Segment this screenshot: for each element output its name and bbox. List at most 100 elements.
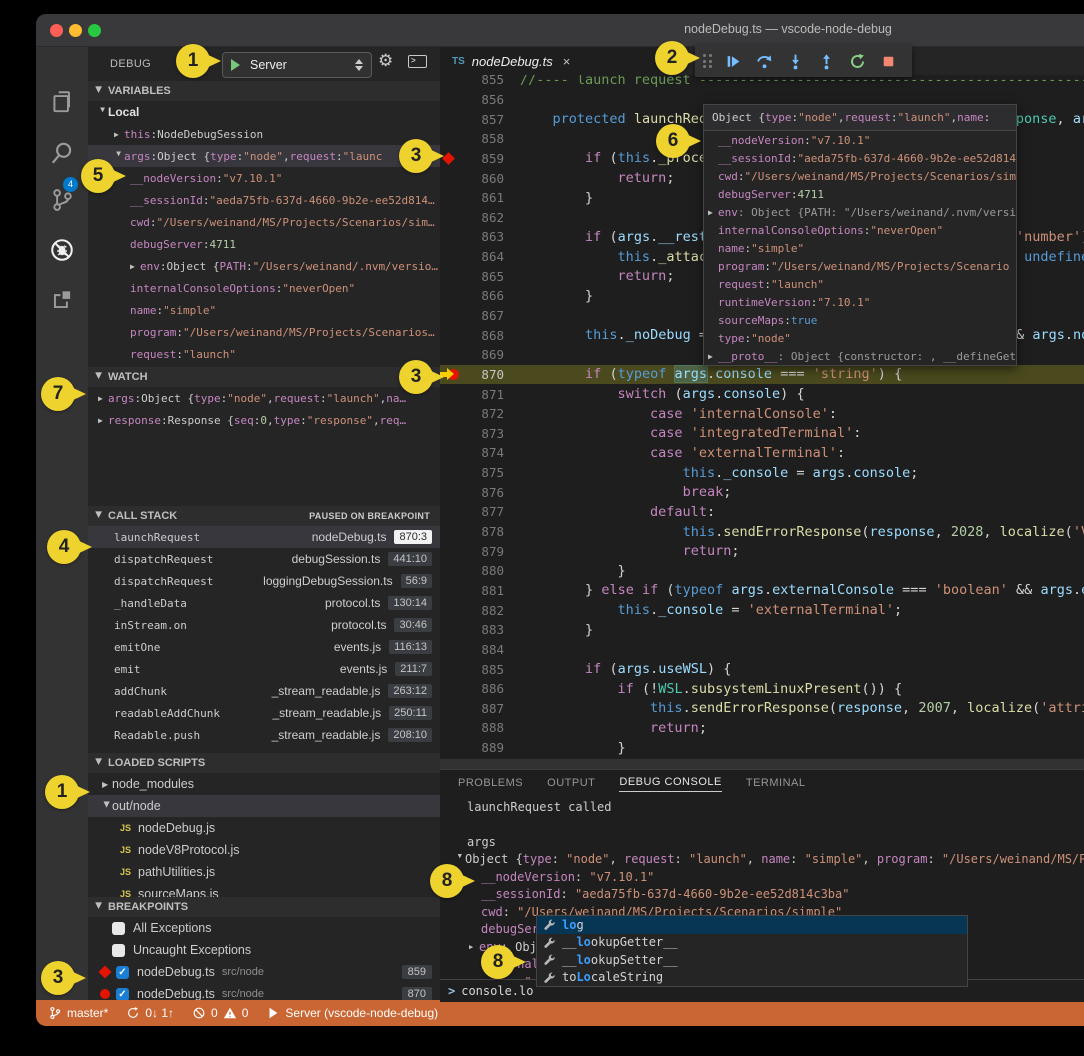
open-console-icon[interactable]: >	[408, 55, 427, 68]
chevron-collapsed-icon[interactable]: ▶	[708, 352, 718, 361]
code-line[interactable]: 888 return;	[440, 718, 1084, 738]
breakpoint-gutter[interactable]	[440, 325, 460, 345]
code-line[interactable]: 874 case 'externalTerminal':	[440, 443, 1084, 463]
call-stack-frame[interactable]: launchRequestnodeDebug.ts870:3	[88, 526, 440, 548]
horizontal-scrollbar[interactable]	[440, 759, 1084, 769]
watch-section-header[interactable]: ▶WATCH	[88, 367, 440, 387]
breakpoint-row[interactable]: ✓nodeDebug.tssrc/node870	[88, 983, 440, 1000]
breakpoint-gutter[interactable]	[440, 738, 460, 758]
breakpoint-gutter[interactable]	[440, 718, 460, 738]
panel-tab-output[interactable]: OUTPUT	[547, 777, 595, 792]
breakpoint-gutter[interactable]	[440, 207, 460, 227]
stop-button[interactable]	[873, 47, 904, 75]
console-line[interactable]: __nodeVersion: "v7.10.1"	[455, 868, 1084, 886]
loaded-script-row[interactable]: JSpathUtilities.js	[88, 861, 440, 883]
call-stack-frame[interactable]: dispatchRequestloggingDebugSession.ts56:…	[88, 570, 440, 592]
checkbox-checked[interactable]: ✓	[116, 966, 129, 979]
call-stack-frame[interactable]: emitOneevents.js116:13	[88, 636, 440, 658]
chevron-collapsed-icon[interactable]: ▶	[469, 943, 479, 951]
variable-row[interactable]: name: "simple"	[88, 299, 440, 321]
breakpoint-gutter[interactable]	[440, 188, 460, 208]
variables-section-header[interactable]: ▶VARIABLES	[88, 81, 440, 101]
breakpoint-gutter[interactable]	[440, 247, 460, 267]
variable-row[interactable]: debugServer: 4711	[88, 233, 440, 255]
chevron-collapsed-icon[interactable]: ▶	[114, 130, 124, 139]
loaded-script-row[interactable]: JSsourceMaps.js	[88, 883, 440, 897]
breakpoint-gutter[interactable]	[440, 620, 460, 640]
chevron-collapsed-icon[interactable]: ▶	[98, 394, 108, 403]
problems-item[interactable]: 0 0	[192, 1006, 248, 1020]
breakpoint-gutter[interactable]	[440, 541, 460, 561]
close-tab-icon[interactable]: ×	[563, 54, 571, 69]
loaded-script-row[interactable]: ▶out/node	[88, 795, 440, 817]
breakpoint-gutter[interactable]	[440, 345, 460, 365]
breakpoints-section-header[interactable]: ▶BREAKPOINTS	[88, 897, 440, 917]
breakpoint-gutter[interactable]	[440, 168, 460, 188]
call-stack-frame[interactable]: emitevents.js211:7	[88, 658, 440, 680]
variable-row[interactable]: __sessionId: "aeda75fb-637d-4660-9b2e-ee…	[88, 189, 440, 211]
chevron-expanded-icon[interactable]: ▶	[103, 801, 112, 811]
loaded-script-row[interactable]: JSnodeV8Protocol.js	[88, 839, 440, 861]
step-out-button[interactable]	[811, 47, 842, 75]
hover-property-row[interactable]: ▶__proto__: Object {constructor: , __def…	[704, 347, 1016, 365]
breakpoint-gutter[interactable]	[440, 129, 460, 149]
loaded-scripts-section-header[interactable]: ▶LOADED SCRIPTS	[88, 753, 440, 773]
variable-row[interactable]: internalConsoleOptions: "neverOpen"	[88, 277, 440, 299]
breakpoint-gutter[interactable]	[440, 600, 460, 620]
call-stack-section-header[interactable]: ▶CALL STACKPAUSED ON BREAKPOINT	[88, 506, 440, 526]
console-line[interactable]: launchRequest called	[455, 798, 1084, 816]
call-stack-frame[interactable]: dispatchRequestdebugSession.ts441:10	[88, 548, 440, 570]
chevron-expanded-icon[interactable]: ▶	[115, 151, 124, 161]
variable-row[interactable]: ▶args: Object {type: "node", request: "l…	[88, 145, 440, 167]
breakpoint-gutter[interactable]	[440, 659, 460, 679]
breakpoint-gutter[interactable]	[440, 109, 460, 129]
checkbox-checked[interactable]: ✓	[116, 988, 129, 1001]
restart-button[interactable]	[842, 47, 873, 75]
code-line[interactable]: 886 if (!WSL.subsystemLinuxPresent()) {	[440, 679, 1084, 699]
code-line[interactable]: 878 this.sendErrorResponse(response, 202…	[440, 522, 1084, 542]
loaded-script-row[interactable]: JSnodeDebug.js	[88, 817, 440, 839]
variable-row[interactable]: cwd: "/Users/weinand/MS/Projects/Scenari…	[88, 211, 440, 233]
chevron-collapsed-icon[interactable]: ▶	[98, 416, 108, 425]
code-line[interactable]: 883 }	[440, 620, 1084, 640]
breakpoint-gutter[interactable]	[440, 90, 460, 110]
breakpoint-gutter[interactable]	[440, 522, 460, 542]
breakpoint-gutter[interactable]	[440, 502, 460, 522]
breakpoint-gutter[interactable]	[440, 227, 460, 247]
suggest-item[interactable]: __lookupGetter__	[537, 934, 967, 952]
code-line[interactable]: 876 break;	[440, 482, 1084, 502]
hover-property-row[interactable]: ▶env: Object {PATH: "/Users/weinand/.nvm…	[704, 203, 1016, 221]
call-stack-frame[interactable]: inStream.onprotocol.ts30:46	[88, 614, 440, 636]
panel-tab-problems[interactable]: PROBLEMS	[458, 777, 523, 792]
continue-button[interactable]	[718, 47, 749, 75]
code-line[interactable]: 882 this._console = 'externalTerminal';	[440, 600, 1084, 620]
suggest-item[interactable]: log	[537, 916, 967, 934]
breakpoint-diamond-icon[interactable]	[442, 152, 455, 165]
breakpoint-gutter[interactable]	[440, 306, 460, 326]
exception-breakpoint-row[interactable]: Uncaught Exceptions	[88, 939, 440, 961]
call-stack-frame[interactable]: _handleDataprotocol.ts130:14	[88, 592, 440, 614]
breakpoint-gutter[interactable]	[440, 561, 460, 581]
breakpoint-gutter[interactable]	[440, 266, 460, 286]
code-line[interactable]: 871 switch (args.console) {	[440, 384, 1084, 404]
breakpoint-row[interactable]: ✓nodeDebug.tssrc/node859	[88, 961, 440, 983]
breakpoint-gutter[interactable]	[440, 404, 460, 424]
code-line[interactable]: 881 } else if (typeof args.externalConso…	[440, 581, 1084, 601]
chevron-expanded-icon[interactable]: ▶	[456, 854, 464, 864]
suggest-item[interactable]: __lookupSetter__	[537, 951, 967, 969]
panel-tab-terminal[interactable]: TERMINAL	[746, 777, 806, 792]
panel-tab-debug-console[interactable]: DEBUG CONSOLE	[619, 776, 721, 792]
variable-row[interactable]: ▶Local	[88, 101, 440, 123]
breakpoint-gutter[interactable]	[440, 75, 460, 90]
breakpoint-gutter[interactable]	[440, 482, 460, 502]
step-over-button[interactable]	[749, 47, 780, 75]
watch-row[interactable]: ▶response: Response {seq: 0, type: "resp…	[88, 409, 440, 431]
checkbox-unchecked[interactable]	[112, 922, 125, 935]
code-line[interactable]: 870 if (typeof args.console === 'string'…	[440, 365, 1084, 385]
toolbar-drag-handle[interactable]	[703, 54, 712, 68]
step-into-button[interactable]	[780, 47, 811, 75]
console-line[interactable]: ▶Object {type: "node", request: "launch"…	[455, 851, 1084, 869]
code-line[interactable]: 877 default:	[440, 502, 1084, 522]
chevron-collapsed-icon[interactable]: ▶	[102, 780, 112, 789]
code-line[interactable]: 873 case 'integratedTerminal':	[440, 424, 1084, 444]
